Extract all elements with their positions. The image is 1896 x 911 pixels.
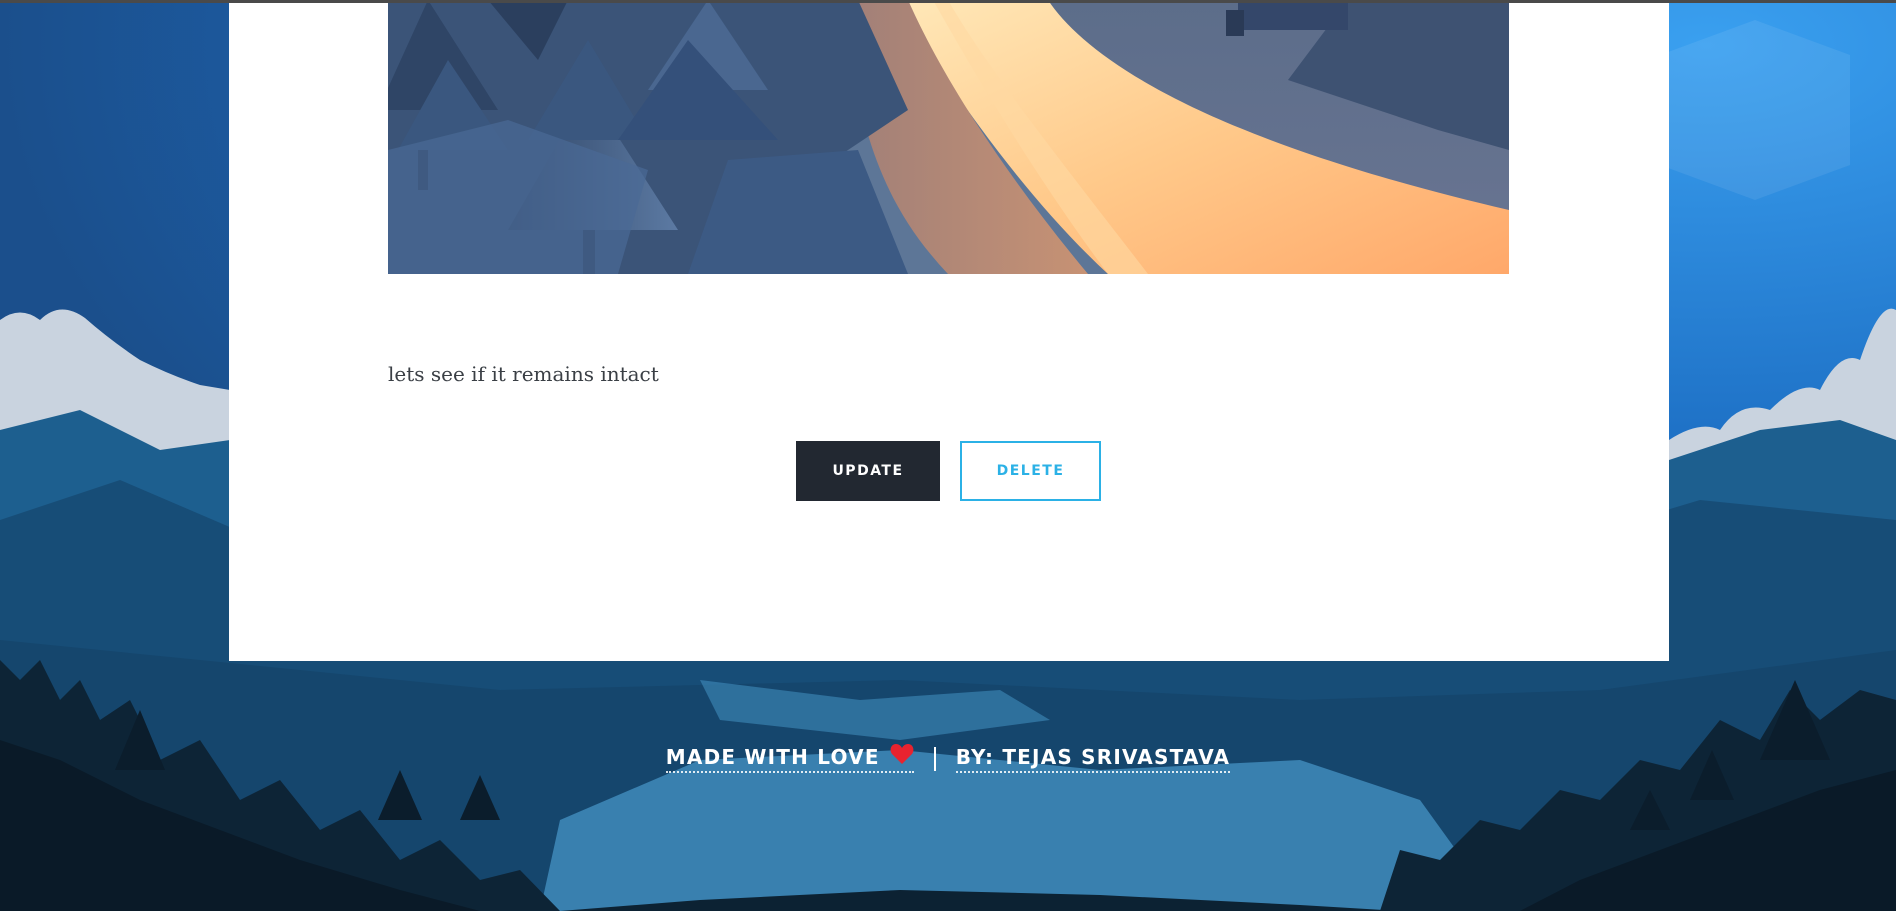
made-with-love-link[interactable]: MADE WITH LOVE [665, 744, 914, 773]
post-body: lets see if it remains intact [388, 362, 659, 386]
browser-top-edge [0, 0, 1896, 3]
post-card: lets see if it remains intact UPDATE DEL… [229, 0, 1669, 661]
update-button[interactable]: UPDATE [796, 441, 940, 501]
footer-divider [933, 746, 936, 771]
post-hero-image [388, 0, 1509, 274]
heart-icon [890, 744, 914, 769]
author-link[interactable]: BY: TEJAS SRIVASTAVA [955, 744, 1231, 773]
made-with-love-label: MADE WITH LOVE [665, 744, 880, 769]
footer: MADE WITH LOVE BY: TEJAS SRIVASTAVA [0, 744, 1896, 773]
delete-button[interactable]: DELETE [960, 441, 1101, 501]
author-label: BY: TEJAS SRIVASTAVA [955, 744, 1231, 769]
hero-illustration [388, 0, 1509, 274]
